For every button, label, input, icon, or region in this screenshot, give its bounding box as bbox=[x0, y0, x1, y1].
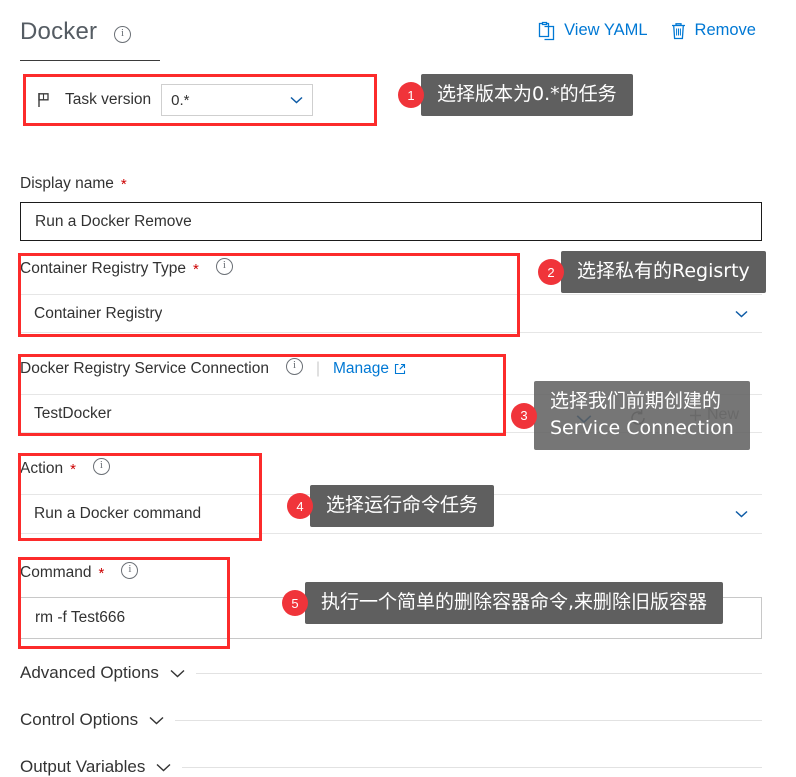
registry-type-label: Container Registry Type * bbox=[20, 258, 762, 280]
header-actions: View YAML Remove bbox=[537, 20, 756, 41]
action-label: Action * bbox=[20, 458, 762, 480]
task-version-label: Task version bbox=[65, 91, 152, 108]
view-yaml-label: View YAML bbox=[564, 21, 648, 39]
chevron-down-icon bbox=[156, 763, 171, 771]
task-version-row: Task version 0.* bbox=[23, 74, 375, 126]
flag-icon bbox=[35, 91, 53, 109]
service-connection-chevron-down-icon[interactable] bbox=[576, 414, 592, 424]
registry-type-select[interactable]: Container Registry bbox=[20, 295, 762, 333]
remove-label: Remove bbox=[694, 21, 756, 39]
view-yaml-button[interactable]: View YAML bbox=[537, 20, 648, 41]
info-icon[interactable] bbox=[114, 26, 131, 48]
action-select[interactable]: Run a Docker command bbox=[20, 495, 762, 534]
header-divider bbox=[20, 60, 160, 61]
manage-link[interactable]: Manage bbox=[333, 360, 406, 378]
chevron-down-icon bbox=[290, 96, 303, 104]
trash-icon bbox=[670, 21, 687, 41]
section-output-variables[interactable]: Output Variables bbox=[20, 757, 762, 777]
new-service-connection-button[interactable]: New bbox=[688, 406, 739, 424]
section-control-options[interactable]: Control Options bbox=[20, 710, 762, 730]
section-divider bbox=[182, 766, 762, 768]
section-divider bbox=[175, 719, 762, 721]
display-name-field: Display name * Run a Docker Remove bbox=[20, 175, 762, 241]
page-title: Docker bbox=[20, 18, 98, 45]
chevron-down-icon bbox=[735, 310, 748, 318]
refresh-icon[interactable] bbox=[628, 408, 648, 428]
panel-header: Docker View YAML bbox=[20, 18, 772, 60]
registry-type-field: Container Registry Type * Container Regi… bbox=[20, 258, 762, 333]
task-version-value: 0.* bbox=[171, 91, 190, 109]
callout-1: 1 选择版本为0.*的任务 bbox=[398, 74, 633, 116]
info-icon[interactable] bbox=[92, 458, 110, 480]
info-icon[interactable] bbox=[285, 358, 303, 380]
external-link-icon bbox=[394, 363, 406, 375]
command-label: Command * bbox=[20, 562, 762, 584]
command-field: Command * rm -f Test666 bbox=[20, 562, 762, 639]
task-version-select[interactable]: 0.* bbox=[161, 84, 314, 116]
plus-icon bbox=[690, 409, 701, 421]
new-label: New bbox=[707, 406, 740, 423]
command-input[interactable]: rm -f Test666 bbox=[20, 597, 762, 639]
chevron-down-icon bbox=[170, 669, 185, 677]
service-connection-field: Docker Registry Service Connection | Man… bbox=[20, 358, 762, 433]
service-connection-label: Docker Registry Service Connection | Man… bbox=[20, 358, 762, 380]
label-separator: | bbox=[315, 360, 320, 377]
service-connection-select[interactable]: TestDocker bbox=[20, 395, 762, 433]
chevron-down-icon bbox=[735, 510, 748, 518]
info-icon[interactable] bbox=[215, 258, 233, 280]
callout-text: 选择版本为0.*的任务 bbox=[412, 74, 633, 116]
chevron-down-icon bbox=[149, 716, 164, 724]
section-divider bbox=[195, 672, 762, 674]
callout-badge: 1 bbox=[398, 82, 424, 108]
task-editor-panel: Docker View YAML bbox=[0, 0, 796, 776]
action-field: Action * Run a Docker command bbox=[20, 458, 762, 534]
display-name-input[interactable]: Run a Docker Remove bbox=[20, 202, 762, 241]
display-name-label: Display name * bbox=[20, 175, 127, 193]
remove-button[interactable]: Remove bbox=[670, 21, 756, 41]
info-icon[interactable] bbox=[121, 562, 139, 584]
clipboard-icon bbox=[537, 20, 556, 41]
section-advanced-options[interactable]: Advanced Options bbox=[20, 663, 762, 683]
